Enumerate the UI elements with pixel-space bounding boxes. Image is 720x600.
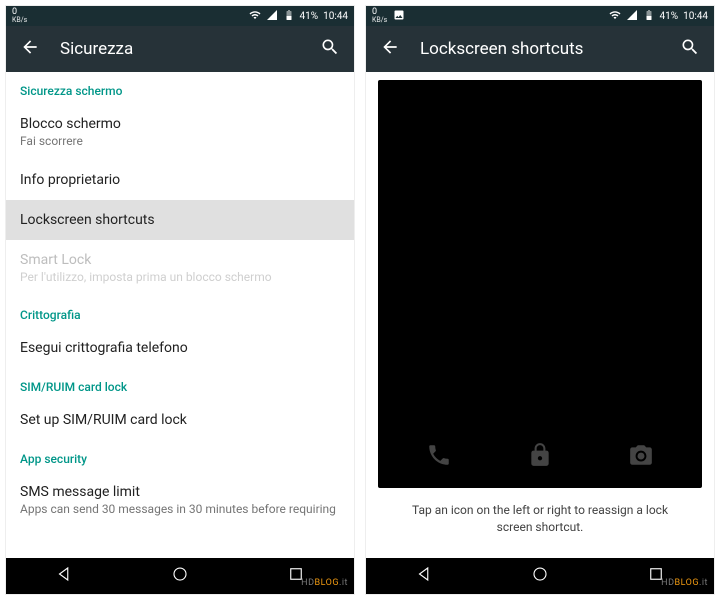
setting-owner-info[interactable]: Info proprietario [6, 160, 354, 200]
net-speed-unit: KB/s [372, 17, 387, 24]
wifi-icon [609, 9, 621, 24]
lockscreen-preview [378, 80, 702, 488]
wifi-icon [249, 9, 261, 24]
camera-icon[interactable] [628, 442, 654, 472]
page-title: Sicurezza [60, 39, 300, 59]
setting-sim-setup[interactable]: Set up SIM/RUIM card lock [6, 400, 354, 440]
nav-back-icon[interactable] [415, 565, 433, 587]
navbar: HDBLOG.it [366, 558, 714, 594]
setting-encrypt-phone[interactable]: Esegui crittografia telefono [6, 328, 354, 368]
image-notification-icon [393, 9, 405, 24]
clock: 10:44 [683, 11, 708, 22]
statusbar: 0 KB/s 41% 10:44 [6, 6, 354, 26]
search-icon[interactable] [680, 37, 700, 61]
lock-icon [527, 442, 553, 472]
battery-icon [643, 9, 655, 24]
navbar: HDBLOG.it [6, 558, 354, 594]
appbar: Lockscreen shortcuts [366, 26, 714, 72]
appbar: Sicurezza [6, 26, 354, 72]
watermark: HDBLOG.it [301, 578, 348, 588]
section-sim-lock: SIM/RUIM card lock [6, 368, 354, 400]
settings-list[interactable]: Sicurezza schermo Blocco schermo Fai sco… [6, 72, 354, 558]
signal-icon [266, 9, 278, 24]
setting-smart-lock: Smart Lock Per l'utilizzo, imposta prima… [6, 240, 354, 296]
preview-area: Tap an icon on the left or right to reas… [366, 72, 714, 558]
phone-right: 0 KB/s 41% 10:44 Lockscreen shortcuts Ta… [365, 5, 715, 595]
nav-back-icon[interactable] [55, 565, 73, 587]
section-app-security: App security [6, 440, 354, 472]
phone-left: 0 KB/s 41% 10:44 Sicurezza Sicurezza sch… [5, 5, 355, 595]
setting-sms-limit[interactable]: SMS message limit Apps can send 30 messa… [6, 472, 354, 528]
section-encryption: Crittografia [6, 296, 354, 328]
nav-home-icon[interactable] [171, 565, 189, 587]
clock: 10:44 [323, 11, 348, 22]
battery-percent: 41% [300, 11, 319, 22]
nav-home-icon[interactable] [531, 565, 549, 587]
hint-text: Tap an icon on the left or right to reas… [378, 488, 702, 550]
page-title: Lockscreen shortcuts [420, 39, 660, 59]
watermark: HDBLOG.it [661, 578, 708, 588]
phone-icon[interactable] [426, 442, 452, 472]
battery-percent: 41% [660, 11, 679, 22]
search-icon[interactable] [320, 37, 340, 61]
setting-lockscreen-shortcuts[interactable]: Lockscreen shortcuts [6, 200, 354, 240]
statusbar: 0 KB/s 41% 10:44 [366, 6, 714, 26]
battery-icon [283, 9, 295, 24]
back-icon[interactable] [20, 37, 40, 61]
signal-icon [626, 9, 638, 24]
back-icon[interactable] [380, 37, 400, 61]
setting-screen-lock[interactable]: Blocco schermo Fai scorrere [6, 104, 354, 160]
section-screen-security: Sicurezza schermo [6, 72, 354, 104]
net-speed-unit: KB/s [12, 17, 27, 24]
